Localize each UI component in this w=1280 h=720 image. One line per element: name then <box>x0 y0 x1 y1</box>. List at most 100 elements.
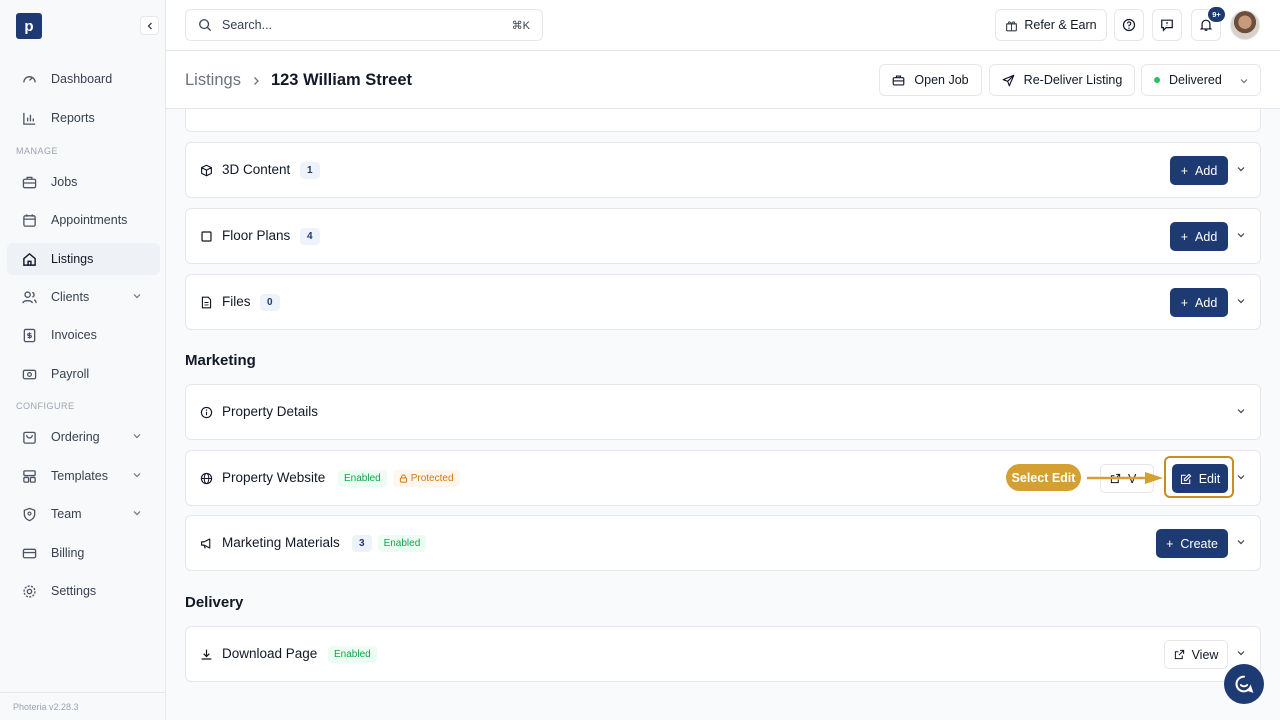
refer-earn-label: Refer & Earn <box>1024 18 1097 32</box>
chevron-down-icon <box>133 294 141 299</box>
external-link-icon <box>1174 649 1184 660</box>
chevron-down-icon[interactable] <box>1236 164 1246 174</box>
create-label: Create <box>1180 536 1218 551</box>
sidebar-item-jobs[interactable]: Jobs <box>7 166 160 198</box>
card-title: Property Details <box>222 404 319 419</box>
add-file-button[interactable]: + Add <box>1170 288 1228 317</box>
refer-earn-button[interactable]: Refer & Earn <box>995 9 1107 41</box>
count-badge: 0 <box>260 294 280 311</box>
breadcrumb: Listings 123 William Street <box>185 71 412 90</box>
help-button[interactable] <box>1114 9 1144 41</box>
feedback-button[interactable] <box>1152 9 1182 41</box>
edit-button-highlight <box>1164 456 1234 498</box>
redeliver-listing-button[interactable]: Re-Deliver Listing <box>989 64 1135 96</box>
download-icon <box>199 647 213 661</box>
status-select[interactable]: Delivered <box>1141 64 1261 96</box>
card-files[interactable]: Files 0 + Add <box>185 274 1261 330</box>
chat-support-button[interactable] <box>1224 664 1264 704</box>
cube-icon <box>199 163 213 177</box>
sidebar-item-listings[interactable]: Listings <box>7 243 160 275</box>
search-icon <box>199 19 212 32</box>
sidebar-item-label: Invoices <box>51 328 97 342</box>
layout-icon <box>21 468 37 484</box>
redeliver-label: Re-Deliver Listing <box>1023 73 1123 87</box>
card-title: Marketing Materials <box>222 535 340 550</box>
view-label: View <box>1191 647 1219 662</box>
sidebar-item-label: Clients <box>51 290 90 304</box>
sidebar-item-ordering[interactable]: Ordering <box>7 421 160 453</box>
search-shortcut: ⌘K <box>511 19 530 32</box>
card-download-page[interactable]: Download Page Enabled View <box>185 626 1261 682</box>
search-placeholder: Search... <box>222 18 273 32</box>
globe-icon <box>199 471 213 485</box>
card-floor-plans[interactable]: Floor Plans 4 + Add <box>185 208 1261 264</box>
sidebar-item-team[interactable]: Team <box>7 498 160 530</box>
sidebar-item-dashboard[interactable]: Dashboard <box>7 63 160 95</box>
top-bar: Search... ⌘K Refer & Earn <box>166 0 1280 51</box>
briefcase-icon <box>893 74 905 86</box>
sidebar-item-reports[interactable]: Reports <box>7 102 160 134</box>
plus-icon: + <box>1166 536 1174 551</box>
sidebar-item-label: Listings <box>51 252 94 266</box>
avatar[interactable] <box>1230 10 1260 40</box>
sidebar-item-label: Team <box>51 507 82 521</box>
enabled-badge: Enabled <box>328 646 377 663</box>
card-property-details[interactable]: Property Details <box>185 384 1261 440</box>
sidebar-item-payroll[interactable]: Payroll <box>7 358 160 390</box>
sidebar-item-templates[interactable]: Templates <box>7 460 160 492</box>
plus-icon: + <box>1180 295 1189 310</box>
card-icon <box>21 545 37 561</box>
chevron-down-icon[interactable] <box>1236 648 1246 658</box>
manage-section-label: MANAGE <box>16 146 59 156</box>
gift-icon <box>1006 20 1018 31</box>
chevron-down-icon[interactable] <box>1236 406 1246 416</box>
info-icon <box>199 405 213 419</box>
sidebar-item-label: Ordering <box>51 430 100 444</box>
chevron-down-icon[interactable] <box>1236 230 1246 240</box>
chevron-down-icon[interactable] <box>1236 296 1246 306</box>
chevron-left-icon <box>147 22 152 29</box>
chat-icon <box>1235 675 1254 693</box>
view-download-page-button[interactable]: View <box>1164 640 1228 669</box>
gear-icon <box>21 583 37 599</box>
add-floor-plan-button[interactable]: + Add <box>1170 222 1228 251</box>
search-input[interactable]: Search... ⌘K <box>185 9 543 41</box>
megaphone-icon <box>199 536 213 550</box>
chevron-down-icon <box>133 511 141 516</box>
sidebar-item-settings[interactable]: Settings <box>7 575 160 607</box>
add-3d-content-button[interactable]: + Add <box>1170 156 1228 185</box>
add-label: Add <box>1195 229 1218 244</box>
enabled-badge: Enabled <box>338 470 387 487</box>
breadcrumb-listings-link[interactable]: Listings <box>185 71 241 90</box>
add-label: Add <box>1195 163 1218 178</box>
app-logo[interactable]: p <box>16 13 42 39</box>
sidebar-item-label: Jobs <box>51 175 78 189</box>
card-marketing-materials[interactable]: Marketing Materials 3 Enabled + Create <box>185 515 1261 571</box>
chevron-down-icon[interactable] <box>1236 537 1246 547</box>
card-title: Floor Plans <box>222 228 291 243</box>
chevron-down-icon <box>133 473 141 478</box>
enabled-badge: Enabled <box>377 535 427 552</box>
status-label: Delivered <box>1169 73 1222 87</box>
chevron-down-icon[interactable] <box>1236 472 1246 482</box>
collapse-sidebar-button[interactable] <box>140 16 159 35</box>
chevron-down-icon <box>1240 79 1248 84</box>
sidebar: p Dashboard Reports MANAGE Jobs Appointm… <box>0 0 166 720</box>
invoice-icon <box>21 327 37 343</box>
create-marketing-material-button[interactable]: + Create <box>1156 529 1228 558</box>
sidebar-item-invoices[interactable]: Invoices <box>7 319 160 351</box>
sidebar-item-label: Settings <box>51 584 97 598</box>
open-job-button[interactable]: Open Job <box>879 64 982 96</box>
sidebar-item-clients[interactable]: Clients <box>7 281 160 313</box>
briefcase-icon <box>21 174 37 190</box>
select-edit-callout: Select Edit <box>1006 464 1081 491</box>
sidebar-item-billing[interactable]: Billing <box>7 537 160 569</box>
sidebar-item-appointments[interactable]: Appointments <box>7 204 160 236</box>
file-icon <box>199 295 213 309</box>
count-badge: 1 <box>300 162 320 179</box>
card-3d-content[interactable]: 3D Content 1 + Add <box>185 142 1261 198</box>
page-title: 123 William Street <box>270 71 413 89</box>
protected-label: Protected <box>410 473 454 484</box>
gauge-icon <box>21 71 37 87</box>
bar-chart-icon <box>21 110 37 126</box>
